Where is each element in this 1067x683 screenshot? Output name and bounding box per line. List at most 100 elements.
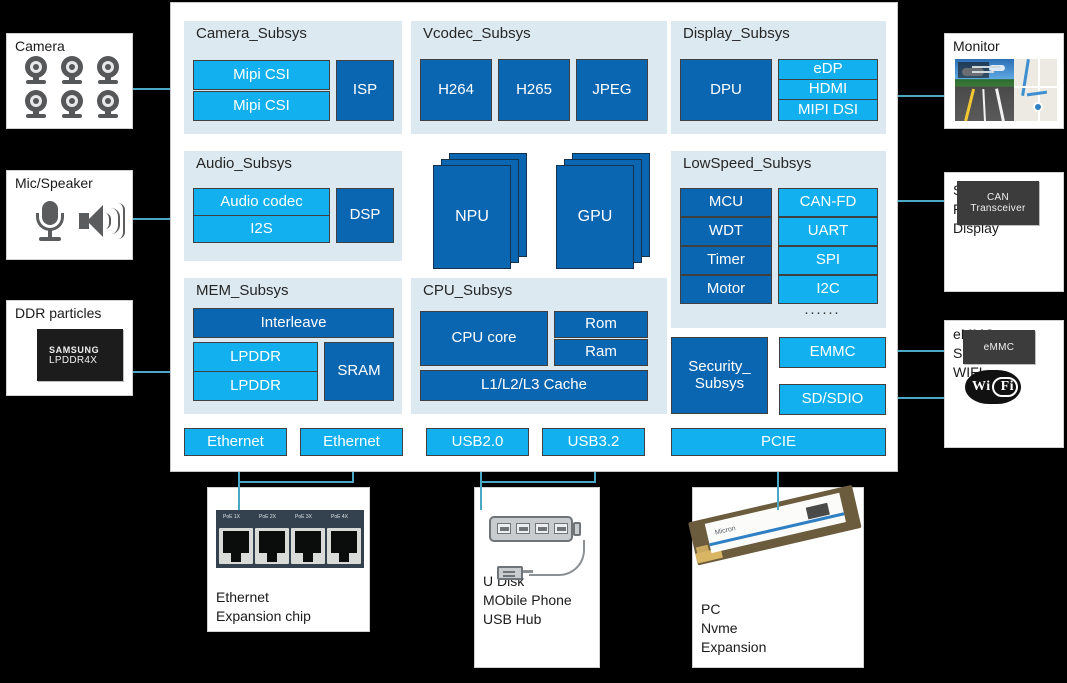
jpeg-block[interactable]: JPEG	[576, 59, 648, 121]
camera-icon-group	[21, 56, 126, 122]
ethernet-item-2: Expansion chip	[216, 607, 311, 624]
sd-sdio-block[interactable]: SD/SDIO	[779, 384, 886, 415]
npu-block[interactable]: NPU	[433, 165, 511, 269]
storage-peripheral-card: eMMC Wi Fi eMMC SD WIFI	[944, 320, 1064, 448]
emmc-block[interactable]: EMMC	[779, 337, 886, 368]
mipi-dsi-block[interactable]: MIPI DSI	[778, 99, 878, 121]
mcu-block[interactable]: MCU	[680, 188, 772, 217]
samsung-lpddr-chip-icon: SAMSUNG LPDDR4X	[37, 329, 123, 381]
mipi-csi-block[interactable]: Mipi CSI	[193, 91, 330, 121]
speaker-icon	[79, 201, 125, 241]
usb32-block[interactable]: USB3.2	[542, 428, 645, 456]
mem-subsys-title: MEM_Subsys	[196, 282, 289, 299]
interleave-block[interactable]: Interleave	[193, 308, 394, 338]
webcam-icon	[95, 56, 121, 84]
ddr-peripheral-card: DDR particles SAMSUNG LPDDR4X	[6, 300, 133, 396]
nvme-item-3: Expansion	[701, 638, 767, 655]
webcam-icon	[59, 56, 85, 84]
ssd-pcb: Micron	[688, 484, 862, 566]
canfd-block[interactable]: CAN-FD	[778, 188, 878, 217]
webcam-icon	[95, 90, 121, 118]
sram-block[interactable]: SRAM	[324, 342, 394, 401]
can-peripheral-card: CAN Transceiver Sensor Flash Display	[944, 172, 1064, 292]
ddr-card-title: DDR particles	[15, 305, 102, 321]
usb-item-2: MObile Phone	[483, 591, 572, 608]
map-view	[1014, 59, 1057, 121]
microphone-icon	[33, 199, 67, 243]
h264-block[interactable]: H264	[420, 59, 492, 121]
gpu-accelerator-stack[interactable]: GPU	[556, 153, 666, 273]
security-label-line1: Security_	[688, 358, 751, 375]
lpddr-block[interactable]: LPDDR	[193, 342, 318, 372]
webcam-icon	[23, 56, 49, 84]
gpu-block[interactable]: GPU	[556, 165, 634, 269]
wdt-block[interactable]: WDT	[680, 217, 772, 246]
emmc-chip-label: eMMC	[983, 341, 1015, 353]
mipi-csi-block[interactable]: Mipi CSI	[193, 60, 330, 90]
ethernet-switch-image: PoE 1X PoE 2X PoE 3X PoE 4X	[216, 510, 364, 568]
audio-codec-block[interactable]: Audio codec	[193, 188, 330, 216]
ethernet-chip-peripheral-card: PoE 1X PoE 2X PoE 3X PoE 4X Ethernet Exp…	[207, 487, 370, 632]
cpu-subsys-group: CPU_Subsys CPU core Rom Ram L1/L2/L3 Cac…	[411, 278, 667, 414]
poe-port-label: PoE 4X	[331, 514, 348, 520]
can-chip-line2: Transceiver	[970, 203, 1026, 214]
connector-ethernet-join	[238, 481, 354, 483]
dsp-block[interactable]: DSP	[336, 188, 394, 243]
edp-block[interactable]: eDP	[778, 59, 878, 80]
wifi-logo-icon: Wi Fi	[965, 370, 1021, 404]
spi-block[interactable]: SPI	[778, 246, 878, 275]
ethernet-block[interactable]: Ethernet	[300, 428, 403, 456]
ram-block[interactable]: Ram	[554, 339, 648, 366]
soc-chip-frame: Camera_Subsys Mipi CSI Mipi CSI ISP Vcod…	[170, 2, 898, 472]
lowspeed-ellipsis: ······	[804, 304, 840, 321]
poe-port-label: PoE 1X	[223, 514, 240, 520]
rj45-port	[327, 528, 361, 564]
security-subsys-block[interactable]: Security_ Subsys	[671, 337, 768, 414]
h265-block[interactable]: H265	[498, 59, 570, 121]
nvme-peripheral-card: Micron PC Nvme Expansion	[688, 484, 865, 668]
vcodec-subsys-group: Vcodec_Subsys H264 H265 JPEG	[411, 21, 667, 134]
uart-block[interactable]: UART	[778, 217, 878, 246]
motor-block[interactable]: Motor	[680, 275, 772, 304]
mic-speaker-card-title: Mic/Speaker	[15, 175, 93, 191]
ddr-chip-model: LPDDR4X	[49, 354, 98, 366]
nvme-ssd-image: Micron	[688, 484, 865, 606]
lowspeed-subsys-group: LowSpeed_Subsys MCU WDT Timer Motor CAN-…	[671, 151, 886, 328]
hdmi-block[interactable]: HDMI	[778, 79, 878, 100]
cpu-core-block[interactable]: CPU core	[420, 311, 548, 366]
isp-block[interactable]: ISP	[336, 60, 394, 121]
usb20-block[interactable]: USB2.0	[426, 428, 529, 456]
i2s-block[interactable]: I2S	[193, 215, 330, 243]
monitor-peripheral-card: Monitor	[944, 33, 1064, 129]
can-transceiver-chip-icon: CAN Transceiver	[957, 181, 1039, 225]
rj45-port	[219, 528, 253, 564]
camera-subsys-group: Camera_Subsys Mipi CSI Mipi CSI ISP	[184, 21, 402, 134]
navigation-display-image	[955, 59, 1057, 121]
rj45-port	[291, 528, 325, 564]
camera-subsys-title: Camera_Subsys	[196, 25, 307, 42]
webcam-icon	[23, 90, 49, 118]
nvme-item-2: Nvme	[701, 619, 738, 636]
ddr-chip-brand: SAMSUNG	[49, 344, 100, 355]
camera-card-title: Camera	[15, 38, 65, 54]
i2c-block[interactable]: I2C	[778, 275, 878, 304]
hud-overlay	[958, 62, 1000, 78]
timer-block[interactable]: Timer	[680, 246, 772, 275]
emmc-chip-icon: eMMC	[963, 330, 1035, 364]
cpu-subsys-title: CPU_Subsys	[423, 282, 513, 299]
can-chip-line1: CAN	[986, 192, 1009, 203]
display-subsys-group: Display_Subsys DPU eDP HDMI MIPI DSI	[671, 21, 886, 134]
rj45-port	[255, 528, 289, 564]
dpu-block[interactable]: DPU	[680, 59, 772, 121]
audio-subsys-title: Audio_Subsys	[196, 155, 292, 172]
ethernet-block[interactable]: Ethernet	[184, 428, 287, 456]
cache-block[interactable]: L1/L2/L3 Cache	[420, 370, 648, 401]
usb-item-3: USB Hub	[483, 610, 542, 627]
rom-block[interactable]: Rom	[554, 311, 648, 338]
lpddr-block[interactable]: LPDDR	[193, 371, 318, 401]
audio-subsys-group: Audio_Subsys Audio codec I2S DSP	[184, 151, 402, 261]
npu-accelerator-stack[interactable]: NPU	[433, 153, 543, 273]
security-label-line2: Subsys	[694, 374, 745, 392]
ethernet-item-1: Ethernet	[216, 589, 269, 605]
pcie-block[interactable]: PCIE	[671, 428, 886, 456]
